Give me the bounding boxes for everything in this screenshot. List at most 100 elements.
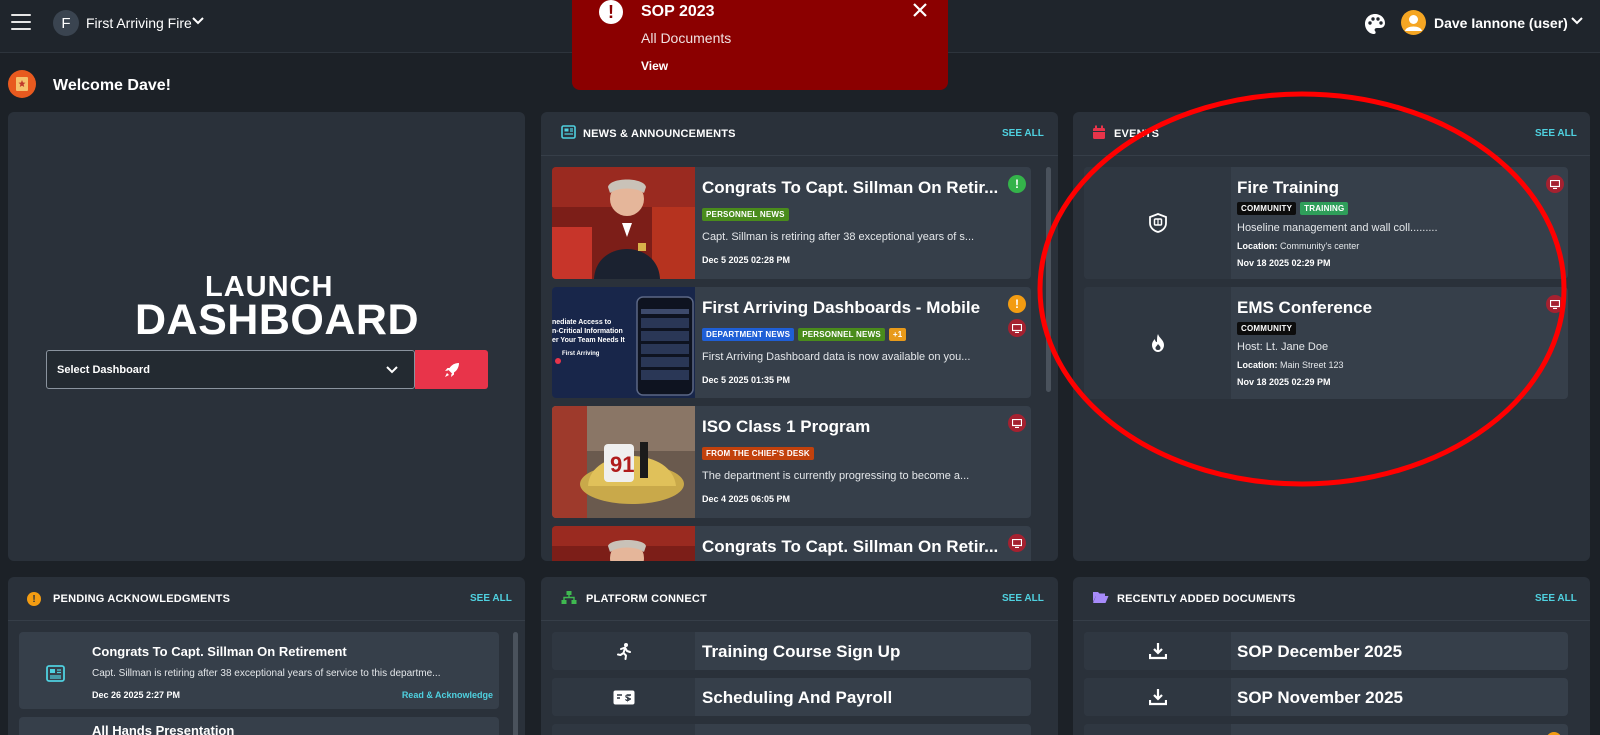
org-name[interactable]: First Arriving Fire — [86, 15, 192, 31]
link-icon-box — [552, 724, 695, 735]
flame-icon — [1151, 334, 1164, 352]
tag-personnel-news: PERSONNEL NEWS — [798, 328, 885, 341]
news-thumbnail-image — [552, 167, 695, 279]
acknowledgment-title: All Hands Presentation — [92, 723, 235, 735]
event-item[interactable]: Fire Training COMMUNITY TRAINING Hoselin… — [1084, 167, 1568, 279]
event-item[interactable]: EMS Conference COMMUNITY Host: Lt. Jane … — [1084, 287, 1568, 399]
dashboard-heading: DASHBOARD — [135, 296, 419, 344]
pending-acknowledgments-card: ! PENDING ACKNOWLEDGMENTS SEE ALL Congra… — [8, 577, 525, 735]
toast-view-link[interactable]: View — [641, 59, 668, 73]
link-icon-box — [1084, 632, 1231, 670]
event-location: Location: Community's center — [1237, 241, 1360, 251]
document-item[interactable]: SOP December 2025 — [1084, 632, 1568, 670]
events-card-title: EVENTS — [1114, 128, 1160, 140]
acknowledgment-description: Capt. Sillman is retiring after 38 excep… — [92, 668, 441, 679]
scrollbar[interactable] — [513, 632, 518, 735]
tag-department-news: DEPARTMENT NEWS — [702, 328, 795, 341]
user-avatar[interactable] — [1401, 10, 1426, 35]
monitor-icon — [1546, 175, 1564, 193]
acknowledgment-date: Dec 26 2025 2:27 PM — [92, 690, 181, 700]
news-card-title: NEWS & ANNOUNCEMENTS — [583, 128, 736, 140]
folder-open-icon — [1093, 592, 1109, 603]
svg-text:91: 91 — [610, 452, 634, 477]
launch-dashboard-card: LAUNCH DASHBOARD Select Dashboard — [8, 112, 525, 561]
user-name[interactable]: Dave Iannone (user) — [1434, 15, 1568, 31]
news-card: NEWS & ANNOUNCEMENTS SEE ALL Congrats To… — [541, 112, 1058, 561]
calendar-icon — [1093, 125, 1105, 139]
palette-icon[interactable] — [1364, 13, 1386, 35]
event-date: Nov 18 2025 02:29 PM — [1237, 377, 1331, 387]
news-item[interactable]: Congrats To Capt. Sillman On Retir... PE… — [552, 167, 1031, 279]
exclamation-icon: ! — [1008, 295, 1026, 313]
news-see-all-link[interactable]: SEE ALL — [1002, 128, 1044, 139]
menu-icon[interactable] — [11, 14, 31, 30]
news-item-title: ISO Class 1 Program — [702, 417, 871, 436]
download-icon — [1148, 689, 1167, 706]
monitor-icon — [1008, 534, 1026, 552]
org-avatar[interactable]: F — [53, 10, 79, 36]
platform-link-item[interactable]: Training Course Sign Up — [552, 632, 1031, 670]
chevron-down-icon[interactable] — [192, 14, 204, 28]
download-icon — [1148, 643, 1167, 660]
event-description: Hoseline management and wall coll.......… — [1237, 222, 1438, 234]
news-item[interactable]: 91 ISO Class 1 Program FROM THE CHIEF'S … — [552, 406, 1031, 518]
dashboard-select-value: Select Dashboard — [57, 364, 150, 376]
news-item-title: Congrats To Capt. Sillman On Retir... — [702, 537, 999, 556]
link-icon-box: $ — [552, 678, 695, 716]
pending-see-all-link[interactable]: SEE ALL — [470, 593, 512, 604]
link-icon-box — [552, 632, 695, 670]
platform-link-item[interactable] — [552, 724, 1031, 735]
platform-link-item[interactable]: $ Scheduling And Payroll — [552, 678, 1031, 716]
platform-see-all-link[interactable]: SEE ALL — [1002, 593, 1044, 604]
acknowledgment-item[interactable]: Congrats To Capt. Sillman On Retirement … — [19, 632, 499, 709]
tag-community: COMMUNITY — [1237, 322, 1297, 335]
tag-row: PERSONNEL NEWS — [702, 208, 789, 221]
news-item-title: First Arriving Dashboards - Mobile — [702, 298, 981, 317]
toast-title: SOP 2023 — [641, 3, 715, 20]
toast-subtitle: All Documents — [641, 30, 732, 46]
document-item[interactable] — [1084, 724, 1568, 735]
events-see-all-link[interactable]: SEE ALL — [1535, 128, 1577, 139]
acknowledgment-title: Congrats To Capt. Sillman On Retirement — [92, 644, 347, 659]
event-location: Location: Main Street 123 — [1237, 360, 1344, 370]
sitemap-icon — [561, 591, 577, 604]
dashboard-select[interactable]: Select Dashboard — [46, 350, 415, 389]
rocket-icon — [444, 362, 459, 377]
money-bill-icon: $ — [613, 690, 634, 704]
tag-personnel-news: PERSONNEL NEWS — [702, 208, 789, 221]
platform-card-header: PLATFORM CONNECT SEE ALL — [541, 577, 1058, 621]
events-card-header: EVENTS SEE ALL — [1073, 112, 1590, 156]
chevron-down-icon[interactable] — [1570, 15, 1584, 27]
alert-icon: ! — [599, 0, 623, 24]
documents-card-header: RECENTLY ADDED DOCUMENTS SEE ALL — [1073, 577, 1590, 621]
tag-row: FROM THE CHIEF'S DESK — [702, 447, 814, 460]
running-person-icon — [616, 643, 631, 660]
link-icon-box — [1084, 678, 1231, 716]
welcome-message: Welcome Dave! — [53, 77, 171, 94]
tag-row: COMMUNITY — [1237, 322, 1297, 335]
event-icon-box — [1084, 287, 1231, 399]
document-title: SOP December 2025 — [1237, 642, 1403, 661]
scrollbar[interactable] — [1046, 167, 1051, 392]
documents-card-title: RECENTLY ADDED DOCUMENTS — [1117, 593, 1296, 605]
launch-button[interactable] — [415, 350, 488, 389]
platform-connect-card: PLATFORM CONNECT SEE ALL Training Course… — [541, 577, 1058, 735]
pending-card-title: PENDING ACKNOWLEDGMENTS — [53, 593, 231, 605]
close-icon[interactable] — [911, 1, 929, 19]
notification-toast[interactable]: ! SOP 2023 All Documents View — [572, 0, 948, 90]
news-item-date: Dec 5 2025 02:28 PM — [702, 255, 791, 265]
monitor-icon — [1008, 319, 1026, 337]
documents-see-all-link[interactable]: SEE ALL — [1535, 593, 1577, 604]
event-icon-box — [1084, 167, 1231, 279]
news-item[interactable]: nediate Access to n-Critical Information… — [552, 287, 1031, 398]
acknowledgment-item[interactable]: All Hands Presentation — [19, 717, 499, 735]
document-item[interactable]: SOP November 2025 — [1084, 678, 1568, 716]
read-acknowledge-link[interactable]: Read & Acknowledge — [402, 690, 493, 700]
chevron-down-icon — [386, 366, 398, 374]
news-item-title: Congrats To Capt. Sillman On Retir... — [702, 178, 999, 197]
news-item[interactable]: Congrats To Capt. Sillman On Retir... — [552, 526, 1031, 561]
recent-documents-card: RECENTLY ADDED DOCUMENTS SEE ALL SOP Dec… — [1073, 577, 1590, 735]
newspaper-icon — [46, 665, 65, 682]
platform-card-title: PLATFORM CONNECT — [586, 593, 707, 605]
event-title: Fire Training — [1237, 178, 1340, 197]
